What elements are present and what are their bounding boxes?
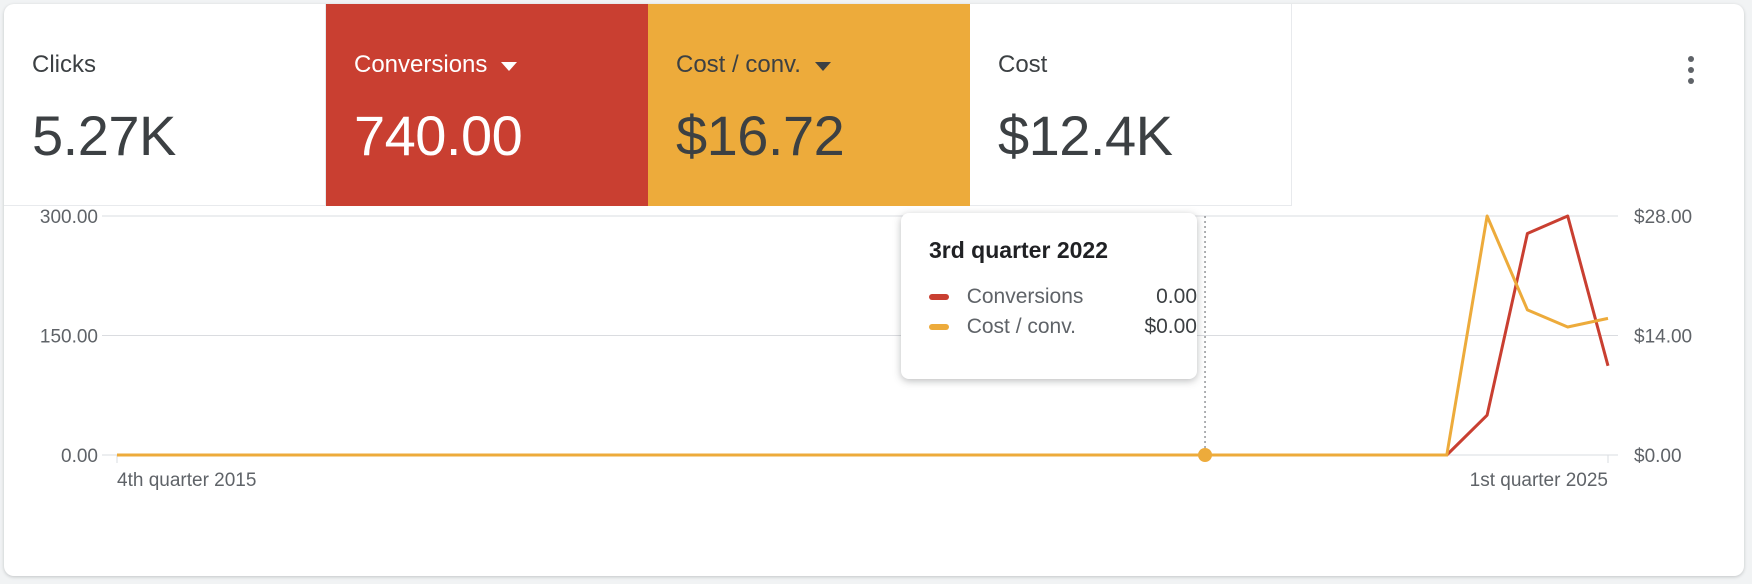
y-right-tick-label: $0.00 <box>1634 446 1682 467</box>
tooltip-row-conversions: Conversions 0.00 <box>929 282 1197 312</box>
chart-tooltip: 3rd quarter 2022 Conversions 0.00 Cost /… <box>901 213 1197 379</box>
x-tick-label: 4th quarter 2015 <box>117 470 256 491</box>
x-tick-label: 1st quarter 2025 <box>1470 470 1608 491</box>
y-left-tick-label: 150.00 <box>40 327 98 348</box>
performance-card: Clicks 5.27K Conversions 740.00 Cost / c… <box>4 4 1744 576</box>
line-chart: 0.00 $0.00 150.00 $14.00 300.00 $28.00 4th qua… <box>40 207 1692 491</box>
tooltip-row-cost-per-conv: Cost / conv. $0.00 <box>929 312 1197 342</box>
tooltip-row-name: Cost / conv. <box>966 315 1077 338</box>
y-left-tick-label: 0.00 <box>61 446 98 467</box>
tooltip-row-name: Conversions <box>966 285 1084 308</box>
cost-per-conv-swatch-icon <box>929 324 949 330</box>
tooltip-title: 3rd quarter 2022 <box>929 237 1108 263</box>
y-right-tick-label: $28.00 <box>1634 207 1692 228</box>
highlight-point <box>1198 448 1213 462</box>
y-left-tick-label: 300.00 <box>40 207 98 228</box>
y-right-tick-label: $14.00 <box>1634 327 1692 348</box>
tooltip-row-value: $0.00 <box>1144 315 1197 338</box>
conversions-swatch-icon <box>929 294 949 300</box>
tooltip-row-value: 0.00 <box>1156 285 1197 308</box>
